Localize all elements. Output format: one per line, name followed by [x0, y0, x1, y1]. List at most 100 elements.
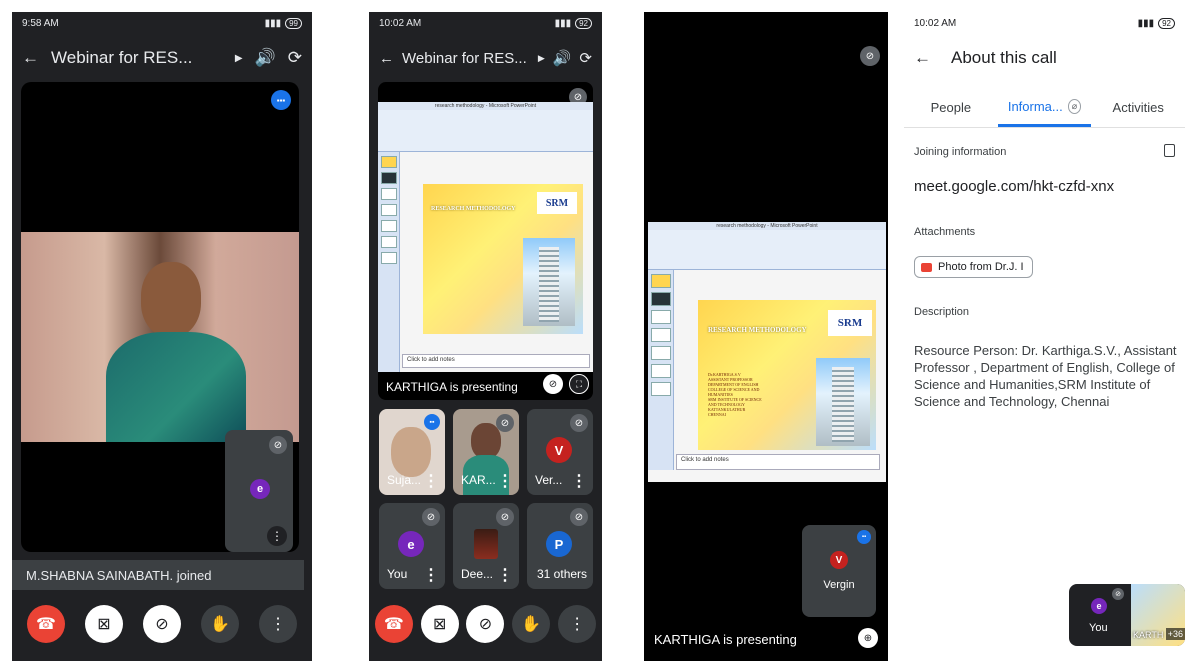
participant-name: Suja...: [387, 473, 422, 487]
shared-screen: research methodology - Microsoft PowerPo…: [648, 222, 886, 482]
speaker-icon[interactable]: 🔊: [553, 49, 572, 67]
speaker-details: Dr.KARTHIGA.S.V ASSISTANT PROFESSOR DEPA…: [708, 372, 762, 417]
participant-name: You: [387, 567, 408, 581]
switch-camera-icon[interactable]: ⟳: [579, 49, 592, 67]
slide-thumbnails: [648, 270, 674, 470]
description-text: Resource Person: Dr. Karthiga.S.V., Assi…: [914, 343, 1177, 409]
mic-off-icon: ⊘: [496, 508, 514, 526]
toast-text: M.SHABNA SAINABATH. joined: [26, 567, 212, 583]
signal-icon: ▮▮▮: [1137, 17, 1155, 29]
tab-information[interactable]: Informa... ⌀: [997, 88, 1092, 127]
tab-bar: People Informa... ⌀ Activities: [904, 88, 1185, 128]
back-arrow-icon[interactable]: ←: [914, 48, 931, 68]
shared-screen: research methodology - Microsoft PowerPo…: [378, 102, 593, 372]
ppt-window-title: research methodology - Microsoft PowerPo…: [648, 222, 886, 230]
meeting-title[interactable]: Webinar for RES...: [51, 48, 233, 68]
ppt-ribbon: [648, 230, 886, 270]
audio-indicator-icon: ▪▪: [857, 530, 871, 544]
participant-avatar: V: [546, 437, 572, 463]
more-options-button[interactable]: ⋮: [259, 605, 297, 643]
mic-off-icon: ⊘: [860, 46, 880, 66]
more-options-icon[interactable]: ⋮: [423, 565, 439, 585]
mic-off-icon: ⊘: [496, 414, 514, 432]
srm-logo: SRM: [537, 192, 577, 214]
mic-off-icon: ⊘: [269, 436, 287, 454]
tab-people[interactable]: People: [904, 88, 998, 127]
signal-icon: ▮▮▮: [264, 17, 282, 29]
participant-tile[interactable]: ⊘ V Ver... ⋮: [527, 409, 593, 495]
participant-tile[interactable]: ⊘ KAR... ⋮: [453, 409, 519, 495]
audio-indicator-icon: ▪▪▪: [271, 90, 291, 110]
slide-canvas: RESEARCH METHODOLOGY SRM: [423, 184, 583, 334]
participant-name: KAR...: [461, 473, 496, 487]
more-options-icon[interactable]: ⋮: [497, 471, 513, 491]
participant-photo: [474, 529, 498, 559]
mic-off-icon: ⊘: [422, 508, 440, 526]
raise-hand-button[interactable]: ✋: [201, 605, 239, 643]
notes-pane[interactable]: Click to add notes: [676, 454, 880, 470]
building-photo: [816, 358, 870, 446]
self-view-tile[interactable]: ⊘ e ⋮: [225, 430, 293, 552]
attachment-name: Photo from Dr.J. I: [938, 261, 1024, 273]
copy-icon[interactable]: [1164, 144, 1175, 157]
call-controls: ☎ ⊠ ⊘ ✋ ⋮: [371, 604, 600, 644]
unpin-icon[interactable]: ⊘: [543, 374, 563, 394]
mic-off-button[interactable]: ⊘: [466, 605, 505, 643]
status-bar: 10:02 AM ▮▮▮ 92: [904, 12, 1185, 34]
more-options-button[interactable]: ⋮: [558, 605, 597, 643]
status-bar: 9:58 AM ▮▮▮ 99: [12, 12, 312, 34]
picture-in-picture[interactable]: ⊘ e You KARTH +36: [1069, 584, 1185, 646]
ppt-window-title: research methodology - Microsoft PowerPo…: [378, 102, 593, 110]
chevron-right-icon[interactable]: ▶: [235, 53, 243, 64]
slide-heading: RESEARCH METHODOLOGY: [708, 326, 807, 334]
call-controls: ☎ ⊠ ⊘ ✋ ⋮: [17, 604, 307, 644]
more-options-icon[interactable]: ⋮: [571, 471, 587, 491]
raise-hand-button[interactable]: ✋: [512, 605, 551, 643]
app-bar: ← Webinar for RES... ▶ 🔊 ⟳: [369, 40, 602, 76]
srm-logo: SRM: [828, 310, 872, 336]
app-bar: ← Webinar for RES... ▶ 🔊 ⟳: [12, 40, 312, 76]
meeting-title[interactable]: Webinar for RES...: [402, 50, 530, 67]
slide-heading: RESEARCH METHODOLOGY: [431, 206, 516, 212]
fullscreen-icon[interactable]: ⛶: [569, 374, 589, 394]
presenter-name: KARTH: [1133, 630, 1164, 640]
others-count: 31 others: [537, 567, 588, 581]
participant-tile[interactable]: ▪▪ Suja... ⋮: [379, 409, 445, 495]
camera-off-button[interactable]: ⊠: [420, 605, 459, 643]
description-label: Description: [914, 306, 970, 318]
more-options-icon[interactable]: ⋮: [497, 565, 513, 585]
switch-camera-icon[interactable]: ⟳: [288, 48, 302, 68]
notes-pane[interactable]: Click to add notes: [402, 354, 590, 368]
speaker-icon[interactable]: 🔊: [255, 48, 276, 68]
end-call-button[interactable]: ☎: [27, 605, 65, 643]
end-call-button[interactable]: ☎: [374, 605, 413, 643]
presentation-tile[interactable]: ⊘ research methodology - Microsoft Power…: [378, 82, 593, 400]
tab-activities[interactable]: Activities: [1091, 88, 1185, 127]
chevron-right-icon[interactable]: ▶: [538, 53, 545, 64]
participant-name: Dee...: [461, 567, 494, 581]
participant-avatar: P: [546, 531, 572, 557]
participant-tile[interactable]: ▪▪ V Vergin: [802, 525, 876, 617]
participant-tile[interactable]: ⊘ P 31 others: [527, 503, 593, 589]
self-avatar: e: [250, 479, 270, 499]
status-bar: 10:02 AM ▮▮▮ 92: [369, 12, 602, 34]
phone-screen-2: 10:02 AM ▮▮▮ 92 ← Webinar for RES... ▶ 🔊 …: [369, 12, 602, 661]
participant-tile[interactable]: ⊘ Dee... ⋮: [453, 503, 519, 589]
building-photo: [523, 238, 575, 326]
mic-off-icon: ⊘: [570, 508, 588, 526]
participant-video: [391, 427, 431, 477]
exit-fullscreen-icon[interactable]: ⊕: [858, 628, 878, 648]
attachment-chip[interactable]: Photo from Dr.J. I: [914, 256, 1033, 278]
phone-screen-4: 10:02 AM ▮▮▮ 92 ← About this call People …: [904, 12, 1185, 661]
signal-icon: ▮▮▮: [554, 17, 572, 29]
more-options-icon[interactable]: ⋮: [267, 526, 287, 546]
camera-off-button[interactable]: ⊠: [85, 605, 123, 643]
phone-screen-3: ⊘ research methodology - Microsoft Power…: [644, 12, 888, 661]
participant-tile[interactable]: ⊘ e You ⋮: [379, 503, 445, 589]
back-arrow-icon[interactable]: ←: [379, 50, 394, 67]
back-arrow-icon[interactable]: ←: [22, 48, 39, 68]
mic-off-button[interactable]: ⊘: [143, 605, 181, 643]
meet-link[interactable]: meet.google.com/hkt-czfd-xnx: [914, 178, 1114, 195]
slide-thumbnails: [378, 152, 400, 372]
more-options-icon[interactable]: ⋮: [423, 471, 439, 491]
